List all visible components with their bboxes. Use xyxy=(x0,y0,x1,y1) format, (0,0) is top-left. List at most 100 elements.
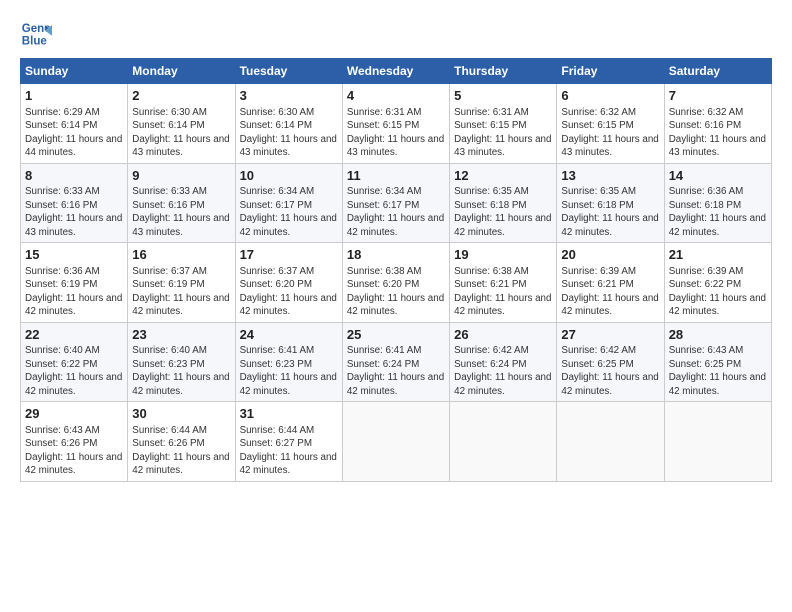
calendar-cell: 1 Sunrise: 6:29 AMSunset: 6:14 PMDaylight… xyxy=(21,84,128,164)
day-number: 5 xyxy=(454,87,552,105)
header: General Blue xyxy=(20,18,772,50)
day-number: 31 xyxy=(240,405,338,423)
page: General Blue SundayMondayTuesdayWednesda… xyxy=(0,0,792,612)
calendar-cell xyxy=(557,402,664,482)
day-number: 4 xyxy=(347,87,445,105)
calendar-cell: 26Sunrise: 6:42 AMSunset: 6:24 PMDayligh… xyxy=(450,322,557,402)
day-info: Sunrise: 6:35 AMSunset: 6:18 PMDaylight:… xyxy=(454,186,551,238)
calendar-cell: 9Sunrise: 6:33 AMSunset: 6:16 PMDaylight… xyxy=(128,163,235,243)
day-info: Sunrise: 6:43 AMSunset: 6:25 PMDaylight:… xyxy=(669,345,766,397)
col-header-monday: Monday xyxy=(128,59,235,84)
logo-icon: General Blue xyxy=(20,18,52,50)
calendar-cell: 30 Sunrise: 6:44 AMSunset: 6:26 PMDayligh… xyxy=(128,402,235,482)
day-info: Sunrise: 6:32 AMSunset: 6:15 PMDaylight:… xyxy=(561,107,658,159)
day-number: 13 xyxy=(561,167,659,185)
day-number: 22 xyxy=(25,326,123,344)
calendar-cell: 7 Sunrise: 6:32 AMSunset: 6:16 PMDaylight… xyxy=(664,84,771,164)
calendar-cell: 22Sunrise: 6:40 AMSunset: 6:22 PMDayligh… xyxy=(21,322,128,402)
day-number: 16 xyxy=(132,246,230,264)
svg-text:Blue: Blue xyxy=(22,36,48,48)
day-number: 27 xyxy=(561,326,659,344)
calendar-cell: 4 Sunrise: 6:31 AMSunset: 6:15 PMDaylight… xyxy=(342,84,449,164)
col-header-sunday: Sunday xyxy=(21,59,128,84)
day-info: Sunrise: 6:37 AMSunset: 6:19 PMDaylight:… xyxy=(132,266,229,318)
calendar-cell: 20Sunrise: 6:39 AMSunset: 6:21 PMDayligh… xyxy=(557,243,664,323)
day-number: 14 xyxy=(669,167,767,185)
day-number: 1 xyxy=(25,87,123,105)
day-number: 15 xyxy=(25,246,123,264)
calendar-cell: 28Sunrise: 6:43 AMSunset: 6:25 PMDayligh… xyxy=(664,322,771,402)
day-info: Sunrise: 6:37 AMSunset: 6:20 PMDaylight:… xyxy=(240,266,337,318)
calendar-cell xyxy=(450,402,557,482)
day-number: 19 xyxy=(454,246,552,264)
day-number: 23 xyxy=(132,326,230,344)
calendar-cell: 11Sunrise: 6:34 AMSunset: 6:17 PMDayligh… xyxy=(342,163,449,243)
calendar-cell: 27Sunrise: 6:42 AMSunset: 6:25 PMDayligh… xyxy=(557,322,664,402)
calendar-cell: 14Sunrise: 6:36 AMSunset: 6:18 PMDayligh… xyxy=(664,163,771,243)
day-info: Sunrise: 6:44 AMSunset: 6:27 PMDaylight:… xyxy=(240,425,337,477)
col-header-friday: Friday xyxy=(557,59,664,84)
col-header-thursday: Thursday xyxy=(450,59,557,84)
calendar-cell: 29 Sunrise: 6:43 AMSunset: 6:26 PMDayligh… xyxy=(21,402,128,482)
day-number: 8 xyxy=(25,167,123,185)
day-number: 21 xyxy=(669,246,767,264)
day-info: Sunrise: 6:40 AMSunset: 6:23 PMDaylight:… xyxy=(132,345,229,397)
calendar-cell: 3 Sunrise: 6:30 AMSunset: 6:14 PMDaylight… xyxy=(235,84,342,164)
day-number: 7 xyxy=(669,87,767,105)
day-info: Sunrise: 6:44 AMSunset: 6:26 PMDaylight:… xyxy=(132,425,229,477)
day-info: Sunrise: 6:30 AMSunset: 6:14 PMDaylight:… xyxy=(132,107,229,159)
day-number: 3 xyxy=(240,87,338,105)
calendar-cell: 15 Sunrise: 6:36 AMSunset: 6:19 PMDayligh… xyxy=(21,243,128,323)
calendar-cell: 18Sunrise: 6:38 AMSunset: 6:20 PMDayligh… xyxy=(342,243,449,323)
day-info: Sunrise: 6:42 AMSunset: 6:25 PMDaylight:… xyxy=(561,345,658,397)
day-number: 29 xyxy=(25,405,123,423)
day-number: 6 xyxy=(561,87,659,105)
calendar-cell: 24Sunrise: 6:41 AMSunset: 6:23 PMDayligh… xyxy=(235,322,342,402)
day-info: Sunrise: 6:30 AMSunset: 6:14 PMDaylight:… xyxy=(240,107,337,159)
calendar-cell xyxy=(342,402,449,482)
week-row-5: 29 Sunrise: 6:43 AMSunset: 6:26 PMDayligh… xyxy=(21,402,772,482)
calendar-cell: 8Sunrise: 6:33 AMSunset: 6:16 PMDaylight… xyxy=(21,163,128,243)
day-number: 12 xyxy=(454,167,552,185)
calendar-cell: 2 Sunrise: 6:30 AMSunset: 6:14 PMDaylight… xyxy=(128,84,235,164)
day-info: Sunrise: 6:36 AMSunset: 6:19 PMDaylight:… xyxy=(25,266,122,318)
day-info: Sunrise: 6:31 AMSunset: 6:15 PMDaylight:… xyxy=(347,107,444,159)
week-row-2: 8Sunrise: 6:33 AMSunset: 6:16 PMDaylight… xyxy=(21,163,772,243)
week-row-1: 1 Sunrise: 6:29 AMSunset: 6:14 PMDaylight… xyxy=(21,84,772,164)
col-header-wednesday: Wednesday xyxy=(342,59,449,84)
calendar-cell: 25Sunrise: 6:41 AMSunset: 6:24 PMDayligh… xyxy=(342,322,449,402)
day-info: Sunrise: 6:34 AMSunset: 6:17 PMDaylight:… xyxy=(347,186,444,238)
day-info: Sunrise: 6:39 AMSunset: 6:21 PMDaylight:… xyxy=(561,266,658,318)
calendar-cell: 23Sunrise: 6:40 AMSunset: 6:23 PMDayligh… xyxy=(128,322,235,402)
col-header-saturday: Saturday xyxy=(664,59,771,84)
day-info: Sunrise: 6:42 AMSunset: 6:24 PMDaylight:… xyxy=(454,345,551,397)
day-info: Sunrise: 6:36 AMSunset: 6:18 PMDaylight:… xyxy=(669,186,766,238)
day-info: Sunrise: 6:33 AMSunset: 6:16 PMDaylight:… xyxy=(25,186,122,238)
logo: General Blue xyxy=(20,18,52,50)
day-info: Sunrise: 6:34 AMSunset: 6:17 PMDaylight:… xyxy=(240,186,337,238)
week-row-3: 15 Sunrise: 6:36 AMSunset: 6:19 PMDayligh… xyxy=(21,243,772,323)
calendar-cell: 5 Sunrise: 6:31 AMSunset: 6:15 PMDaylight… xyxy=(450,84,557,164)
day-number: 10 xyxy=(240,167,338,185)
day-number: 17 xyxy=(240,246,338,264)
day-info: Sunrise: 6:29 AMSunset: 6:14 PMDaylight:… xyxy=(25,107,122,159)
day-info: Sunrise: 6:41 AMSunset: 6:23 PMDaylight:… xyxy=(240,345,337,397)
day-info: Sunrise: 6:32 AMSunset: 6:16 PMDaylight:… xyxy=(669,107,766,159)
calendar-cell: 19 Sunrise: 6:38 AMSunset: 6:21 PMDayligh… xyxy=(450,243,557,323)
day-info: Sunrise: 6:43 AMSunset: 6:26 PMDaylight:… xyxy=(25,425,122,477)
day-number: 30 xyxy=(132,405,230,423)
calendar-cell: 21 Sunrise: 6:39 AMSunset: 6:22 PMDayligh… xyxy=(664,243,771,323)
calendar-cell: 12Sunrise: 6:35 AMSunset: 6:18 PMDayligh… xyxy=(450,163,557,243)
day-number: 2 xyxy=(132,87,230,105)
day-info: Sunrise: 6:38 AMSunset: 6:20 PMDaylight:… xyxy=(347,266,444,318)
day-info: Sunrise: 6:40 AMSunset: 6:22 PMDaylight:… xyxy=(25,345,122,397)
calendar-cell xyxy=(664,402,771,482)
day-info: Sunrise: 6:38 AMSunset: 6:21 PMDaylight:… xyxy=(454,266,551,318)
day-info: Sunrise: 6:31 AMSunset: 6:15 PMDaylight:… xyxy=(454,107,551,159)
day-number: 26 xyxy=(454,326,552,344)
calendar-cell: 13Sunrise: 6:35 AMSunset: 6:18 PMDayligh… xyxy=(557,163,664,243)
day-info: Sunrise: 6:39 AMSunset: 6:22 PMDaylight:… xyxy=(669,266,766,318)
week-row-4: 22Sunrise: 6:40 AMSunset: 6:22 PMDayligh… xyxy=(21,322,772,402)
day-number: 11 xyxy=(347,167,445,185)
day-number: 24 xyxy=(240,326,338,344)
